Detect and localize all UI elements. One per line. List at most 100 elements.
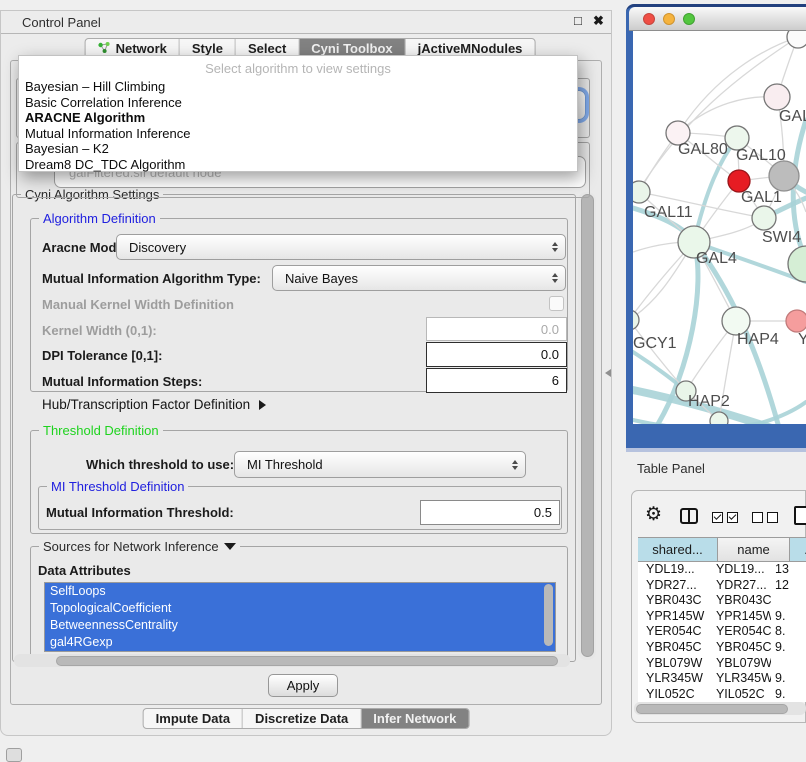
network-graph[interactable]: GALGAL80GAL10GAL1GAL11SWI4GAL4GCY1HAP4YH… <box>633 31 806 424</box>
table-row[interactable]: YBL079WYBL079W <box>638 656 806 672</box>
table-row[interactable]: YIL052CYIL052C9. <box>638 687 806 703</box>
columns-icon[interactable] <box>680 508 698 524</box>
algorithm-option-basic-correlation-inference[interactable]: Basic Correlation Inference <box>19 95 577 111</box>
window-minimize-traffic-icon[interactable] <box>663 13 675 25</box>
table-row[interactable]: YBR045CYBR045C9. <box>638 640 806 656</box>
select-all-checkbox-icon[interactable] <box>727 512 738 523</box>
table-cell: YER054C <box>638 624 708 640</box>
settings-scrollbar-thumb[interactable] <box>581 194 594 657</box>
algorithm-dropdown-items: Bayesian – Hill ClimbingBasic Correlatio… <box>19 79 577 173</box>
table-cell: YBL079W <box>638 656 708 672</box>
table-hscrollbar-thumb[interactable] <box>636 704 788 714</box>
minimized-panel-icon[interactable] <box>6 748 22 762</box>
tab-impute-data[interactable]: Impute Data <box>144 709 243 728</box>
node-label-swi4: SWI4 <box>762 229 801 246</box>
window-close-traffic-icon[interactable] <box>643 13 655 25</box>
bottom-tabs: Impute DataDiscretize DataInfer Network <box>143 708 470 729</box>
data-attribute-item[interactable]: BetweennessCentrality <box>45 617 555 634</box>
mi-algorithm-type-combo[interactable]: Naive Bayes <box>272 265 566 291</box>
tab-infer-network[interactable]: Infer Network <box>361 709 468 728</box>
apply-button-label: Apply <box>287 678 320 693</box>
collapse-arrow-icon[interactable] <box>224 543 236 550</box>
new-table-icon[interactable] <box>794 506 806 525</box>
node-label-y: Y <box>798 331 806 348</box>
node-top-partial[interactable] <box>787 31 806 48</box>
table-cell: YDL19... <box>638 562 708 578</box>
table-row[interactable]: YDL19...YDL19...13 <box>638 562 806 578</box>
expand-arrow-icon[interactable] <box>259 400 266 410</box>
algorithm-option-mutual-information-inference[interactable]: Mutual Information Inference <box>19 126 577 142</box>
deselect-all-checkbox-icon[interactable] <box>767 512 778 523</box>
table-row[interactable]: YLR345WYLR345W9. <box>638 671 806 687</box>
table-row[interactable]: YDR27...YDR27...12 <box>638 578 806 594</box>
window-zoom-traffic-icon[interactable] <box>683 13 695 25</box>
kernel-width-field[interactable]: 0.0 <box>426 317 567 341</box>
algorithm-option-bayesian-hill-climbing[interactable]: Bayesian – Hill Climbing <box>19 79 577 95</box>
node-gray[interactable] <box>769 161 799 191</box>
node-pink-right[interactable] <box>764 84 790 110</box>
network-window-bottom-edge <box>626 448 806 452</box>
column-header-shared[interactable]: shared... <box>638 537 718 562</box>
attributes-list-scrollbar-thumb[interactable] <box>544 584 553 646</box>
manual-kernel-width-checkbox[interactable] <box>549 296 564 311</box>
table-cell: YDL19... <box>708 562 771 578</box>
aracne-mode-combo[interactable]: Discovery <box>116 234 566 260</box>
table-cell: YBR045C <box>708 640 771 656</box>
node-gal1[interactable] <box>752 206 776 230</box>
splitter-collapse-icon[interactable] <box>605 369 611 377</box>
table-cell: 8. <box>771 624 806 640</box>
settings-hscrollbar-thumb[interactable] <box>56 656 558 666</box>
node-gal11[interactable] <box>633 181 650 203</box>
kernel-width-value: 0.0 <box>541 322 559 337</box>
mi-steps-label: Mutual Information Steps: <box>42 374 202 389</box>
threshold-definition-title: Threshold Definition <box>39 423 163 438</box>
tab-label: Select <box>248 41 286 56</box>
deselect-all-checkbox-icon[interactable] <box>752 512 763 523</box>
algorithm-option-dream8-dc-tdc-algorithm[interactable]: Dream8 DC_TDC Algorithm <box>19 157 577 173</box>
tab-label: Cyni Toolbox <box>311 41 392 56</box>
mi-threshold-definition-title: MI Threshold Definition <box>47 479 188 494</box>
tab-discretize-data[interactable]: Discretize Data <box>243 709 361 728</box>
table-cell: YPR145W <box>638 609 708 625</box>
data-attribute-item[interactable]: SelfLoops <box>45 583 555 600</box>
table-panel-title: Table Panel <box>637 461 705 476</box>
node-label-gal: GAL <box>779 108 806 125</box>
mi-steps-field[interactable]: 6 <box>426 368 567 393</box>
combo-stepper-icon <box>552 273 558 283</box>
mi-threshold-value: 0.5 <box>534 505 552 520</box>
sources-title-wrap[interactable]: Sources for Network Inference <box>39 539 240 554</box>
algorithm-dropdown-popup: Select algorithm to view settings Bayesi… <box>18 55 578 172</box>
apply-button[interactable]: Apply <box>268 674 338 697</box>
data-attributes-list[interactable]: SelfLoopsTopologicalCoefficientBetweenne… <box>44 582 556 652</box>
table-cell: 9. <box>771 640 806 656</box>
table-rows[interactable]: YDL19...YDL19...13YDR27...YDR27...12YBR0… <box>638 562 806 702</box>
table-cell: YBR043C <box>708 593 771 609</box>
node-label-gal10: GAL10 <box>736 147 786 164</box>
algorithm-option-bayesian-k2[interactable]: Bayesian – K2 <box>19 141 577 157</box>
node-salmon[interactable] <box>786 310 806 332</box>
data-attribute-item[interactable]: TopologicalCoefficient <box>45 600 555 617</box>
algorithm-option-aracne-algorithm[interactable]: ARACNE Algorithm <box>19 110 577 126</box>
hub-transcription-section[interactable]: Hub/Transcription Factor Definition <box>42 397 266 412</box>
column-header-name[interactable]: name <box>718 537 790 562</box>
table-cell: YLR345W <box>708 671 771 687</box>
dpi-tolerance-label: DPI Tolerance [0,1]: <box>42 348 162 363</box>
table-cell: 9. <box>771 609 806 625</box>
data-attribute-item[interactable]: gal4RGexp <box>45 634 555 651</box>
settings-gear-icon[interactable]: ⚙ <box>645 505 662 524</box>
network-window-titlebar[interactable] <box>629 7 806 31</box>
close-window-icon[interactable]: ✖ <box>593 13 604 29</box>
table-cell <box>771 656 806 672</box>
column-header-a[interactable]: A <box>790 537 806 562</box>
table-row[interactable]: YPR145WYPR145W9. <box>638 609 806 625</box>
table-row[interactable]: YER054CYER054C8. <box>638 624 806 640</box>
node-bottom-green[interactable] <box>710 412 728 424</box>
dpi-tolerance-field[interactable]: 0.0 <box>426 342 567 367</box>
select-all-checkbox-icon[interactable] <box>712 512 723 523</box>
network-edge <box>678 97 777 133</box>
mi-algorithm-type-label: Mutual Information Algorithm Type: <box>42 271 261 286</box>
which-threshold-combo[interactable]: MI Threshold <box>234 451 526 478</box>
mi-threshold-field[interactable]: 0.5 <box>420 500 560 525</box>
table-row[interactable]: YBR043CYBR043C <box>638 593 806 609</box>
float-window-icon[interactable]: □ <box>574 13 582 28</box>
